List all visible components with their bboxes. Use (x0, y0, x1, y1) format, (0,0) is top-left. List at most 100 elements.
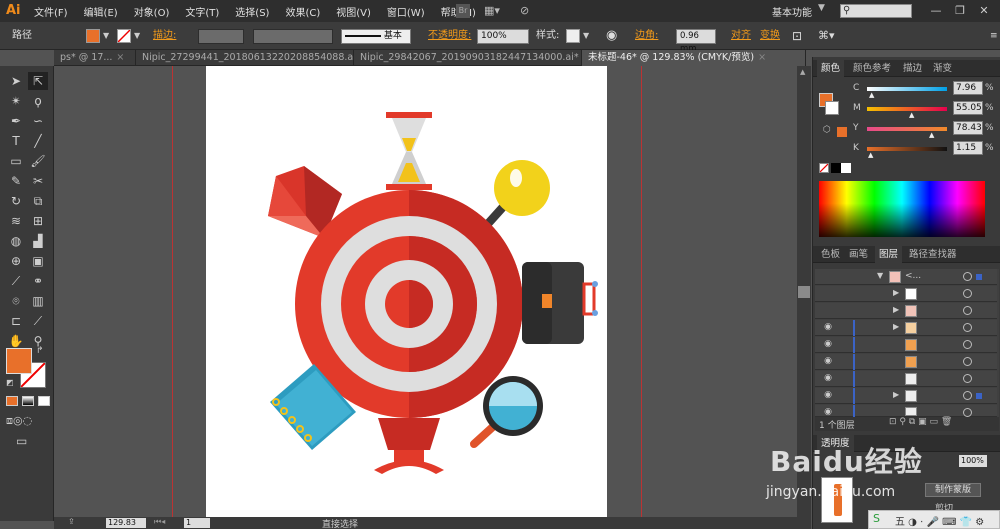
eye-icon[interactable]: ◉ (821, 339, 835, 351)
paintbrush-tool-icon[interactable]: 🖌 (28, 152, 48, 170)
pencil-tool-icon[interactable]: ✎ (6, 172, 26, 190)
isolate-object-icon[interactable]: ⊡ (792, 22, 802, 50)
corner-radius-input[interactable]: 0.96 mm (676, 29, 716, 54)
tab-swatches[interactable]: 色板 (817, 246, 844, 263)
layer-actions-icons[interactable]: ⊡ ⚲ ⧉ ▣ ▭ 🗑 (889, 417, 952, 427)
make-mask-button[interactable]: 制作蒙版 (925, 483, 981, 497)
rectangle-tool-icon[interactable]: ▭ (6, 152, 26, 170)
chevron-down-icon[interactable]: ▼ (583, 29, 589, 43)
eye-icon[interactable]: ◉ (821, 373, 835, 385)
panel-menu-icon[interactable]: ≡ (990, 22, 998, 50)
menu-edit[interactable]: 编辑(E) (76, 4, 126, 19)
target-circle-icon[interactable] (963, 306, 972, 315)
gradient-mode-icon[interactable] (22, 396, 34, 406)
stroke-link[interactable]: 描边: (153, 22, 176, 50)
workspace-switcher[interactable]: 基本功能 (772, 4, 812, 19)
slider-y-track[interactable] (867, 127, 947, 131)
drawing-modes-icon[interactable]: ⧈◎◌ (6, 414, 32, 428)
target-circle-icon[interactable] (963, 289, 972, 298)
gradient-tool-icon[interactable]: ▣ (28, 252, 48, 270)
target-circle-icon[interactable] (963, 340, 972, 349)
magic-wand-tool-icon[interactable]: ✴ (6, 92, 26, 110)
none-mode-icon[interactable] (38, 396, 50, 406)
eye-icon[interactable]: ◉ (821, 322, 835, 334)
layer-row[interactable]: ◉ ▶ (815, 388, 997, 404)
tab-layers[interactable]: 图层 (875, 246, 903, 263)
layer-row[interactable]: ▶ (815, 286, 997, 302)
pen-tool-icon[interactable]: ✒ (6, 112, 26, 130)
menu-effect[interactable]: 效果(C) (277, 4, 328, 19)
blend-tool-icon[interactable]: ⚭ (28, 272, 48, 290)
layer-row[interactable]: ◉ (815, 354, 997, 370)
panel-stroke-swatch[interactable] (825, 101, 839, 115)
slider-thumb[interactable]: ▲ (929, 131, 934, 139)
ime-logo-icon[interactable]: S (873, 512, 880, 525)
type-tool-icon[interactable]: T (6, 132, 26, 150)
eyedropper-tool-icon[interactable]: ⟋ (6, 272, 26, 290)
arrange-documents-icon[interactable]: ▦▾ (484, 4, 506, 18)
selection-tool-icon[interactable]: ➤ (6, 72, 26, 90)
color-spectrum[interactable] (819, 181, 985, 237)
eye-icon[interactable]: ◉ (821, 356, 835, 368)
tab-pathfinder[interactable]: 路径查找器 (905, 246, 961, 263)
menu-object[interactable]: 对象(O) (126, 4, 178, 19)
menu-file[interactable]: 文件(F) (26, 4, 76, 19)
close-icon[interactable]: × (116, 52, 124, 63)
opacity-input[interactable]: 100% (477, 29, 529, 44)
select-similar-icon[interactable]: ⌘▾ (818, 22, 835, 50)
screen-mode-icon[interactable]: ▭ (16, 434, 27, 448)
column-graph-tool-icon[interactable]: ▥ (28, 292, 48, 310)
layer-row[interactable]: ▶ (815, 303, 997, 319)
close-icon[interactable]: × (758, 52, 766, 63)
layer-row[interactable]: ◉ (815, 405, 997, 421)
value-c[interactable]: 7.96 (953, 81, 983, 95)
color-mode-icon[interactable] (6, 396, 18, 406)
search-input[interactable]: ⚲ (840, 4, 912, 18)
style-swatch[interactable] (566, 29, 580, 43)
corners-link[interactable]: 边角: (635, 22, 658, 50)
symbol-sprayer-tool-icon[interactable]: ⌾ (6, 292, 26, 310)
tab-brushes[interactable]: 画笔 (845, 246, 872, 263)
first-page-icon[interactable]: ⏮◂ (154, 517, 165, 527)
tab-color-guide[interactable]: 颜色参考 (849, 60, 895, 77)
tab-color[interactable]: 颜色 (817, 60, 845, 77)
ime-tools-icons[interactable]: 五 ◑ ⋅ 🎤 ⌨ 👕 ⚙ (895, 513, 984, 528)
doc-tab-active[interactable]: 未标题-46* @ 129.83% (CMYK/预览) × (582, 50, 806, 66)
slider-c-track[interactable] (867, 87, 947, 91)
shape-builder-tool-icon[interactable]: ◍ (6, 232, 26, 250)
cube-icon[interactable]: ⬡ (823, 125, 831, 135)
share-icon[interactable]: ⇪ (68, 517, 75, 526)
restore-icon[interactable]: ❐ (952, 3, 968, 19)
mesh-tool-icon[interactable]: ⊕ (6, 252, 26, 270)
value-y[interactable]: 78.43 (953, 121, 983, 135)
chevron-right-icon[interactable]: ▶ (893, 390, 899, 399)
layer-row[interactable]: ◉ (815, 337, 997, 353)
white-swatch[interactable] (841, 163, 851, 173)
layer-name[interactable]: <... (905, 271, 921, 281)
width-tool-icon[interactable]: ≋ (6, 212, 26, 230)
scroll-thumb[interactable] (798, 286, 810, 298)
target-circle-icon[interactable] (963, 272, 972, 281)
direct-selection-tool-icon[interactable]: ⇱ (28, 72, 48, 90)
page-input[interactable]: 1 (184, 518, 210, 528)
slider-thumb[interactable]: ▲ (869, 91, 874, 99)
target-circle-icon[interactable] (963, 374, 972, 383)
tab-gradient[interactable]: 渐变 (929, 60, 956, 77)
scale-tool-icon[interactable]: ⧉ (28, 192, 48, 210)
zoom-input[interactable]: 129.83 (106, 518, 146, 528)
layer-row[interactable]: ▼ <... (815, 269, 997, 285)
tab-stroke[interactable]: 描边 (899, 60, 926, 77)
scroll-up-icon[interactable]: ▲ (800, 68, 805, 76)
last-color-swatch[interactable] (837, 127, 847, 137)
target-circle-icon[interactable] (963, 323, 972, 332)
align-link[interactable]: 对齐 (731, 22, 751, 50)
transform-link[interactable]: 变换 (760, 22, 780, 50)
artboard-tool-icon[interactable]: ⊏ (6, 312, 26, 330)
slice-tool-icon[interactable]: ⟋ (28, 312, 48, 330)
transparency-opacity-input[interactable]: 100% (959, 455, 987, 467)
slider-k-track[interactable] (867, 147, 947, 151)
perspective-grid-tool-icon[interactable]: ▟ (28, 232, 48, 250)
swap-fill-stroke-icon[interactable]: ↱ (36, 346, 44, 356)
chevron-down-icon[interactable]: ▼ (877, 271, 883, 280)
layer-row[interactable]: ◉ ▶ (815, 320, 997, 336)
